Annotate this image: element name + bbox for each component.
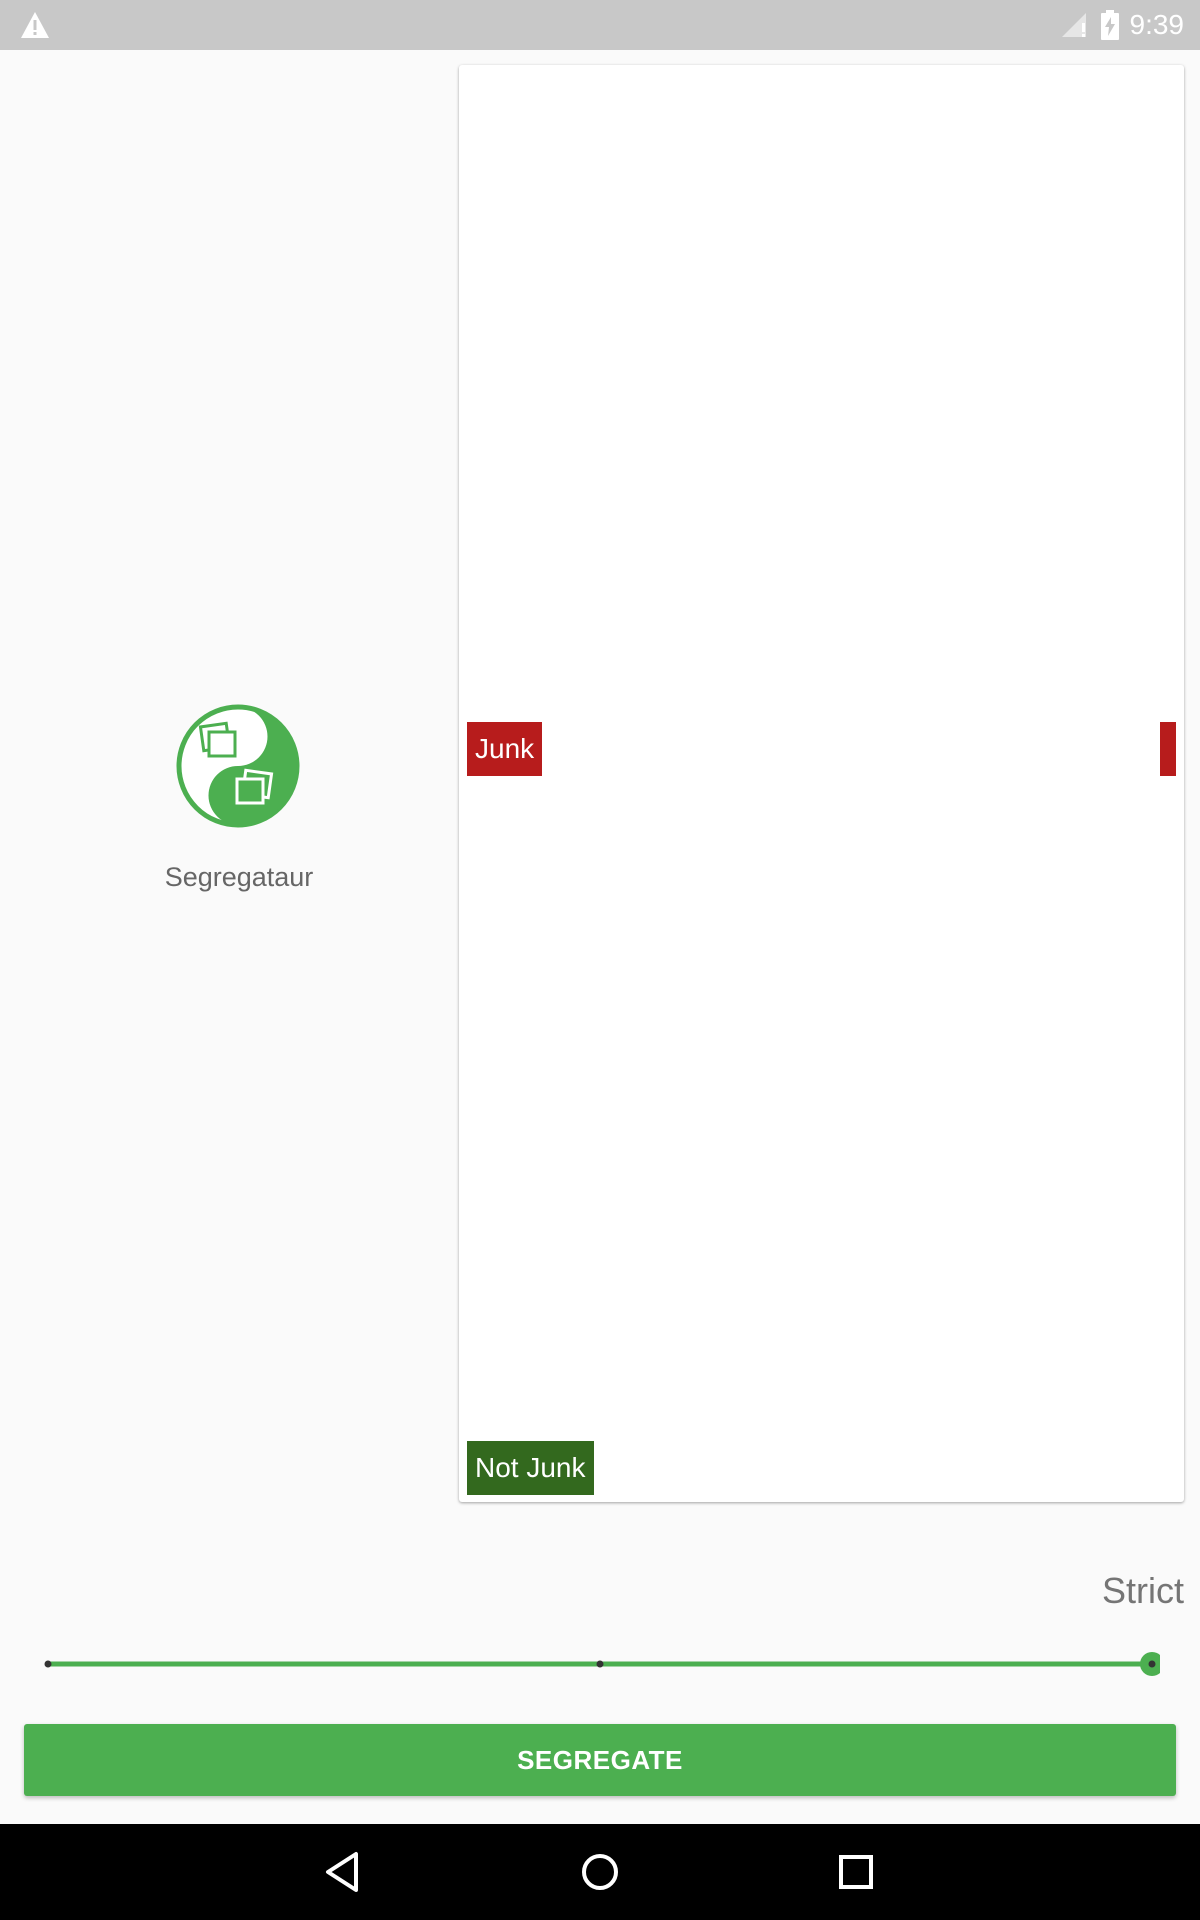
strictness-label: Strict (1101, 1570, 1184, 1611)
recents-icon[interactable] (832, 1848, 880, 1896)
warning-icon (21, 12, 49, 38)
status-time: 9:39 (1129, 9, 1185, 40)
home-icon[interactable] (576, 1848, 624, 1896)
yin-yang-photos-icon (176, 704, 300, 828)
strictness-slider[interactable] (40, 1640, 1160, 1688)
battery-charging-icon (1100, 10, 1119, 40)
slider-tick-0 (44, 1660, 52, 1668)
slider-tick-2 (1148, 1660, 1156, 1668)
app-name: Segregataur (164, 862, 314, 892)
image-preview-card: Junk Not Junk (459, 65, 1184, 1502)
signal-icon (1061, 13, 1086, 37)
nav-bar (0, 1824, 1200, 1920)
back-icon[interactable] (320, 1848, 368, 1896)
status-bar: 9:39 (0, 0, 1200, 50)
status-icons: 9:39 (1060, 0, 1185, 50)
junk-label: Junk (467, 722, 543, 776)
segregate-button[interactable]: SEGREGATE (24, 1724, 1176, 1796)
not-junk-label: Not Junk (467, 1441, 594, 1495)
junk-marker (1160, 722, 1176, 776)
slider-tick-1 (596, 1660, 604, 1668)
